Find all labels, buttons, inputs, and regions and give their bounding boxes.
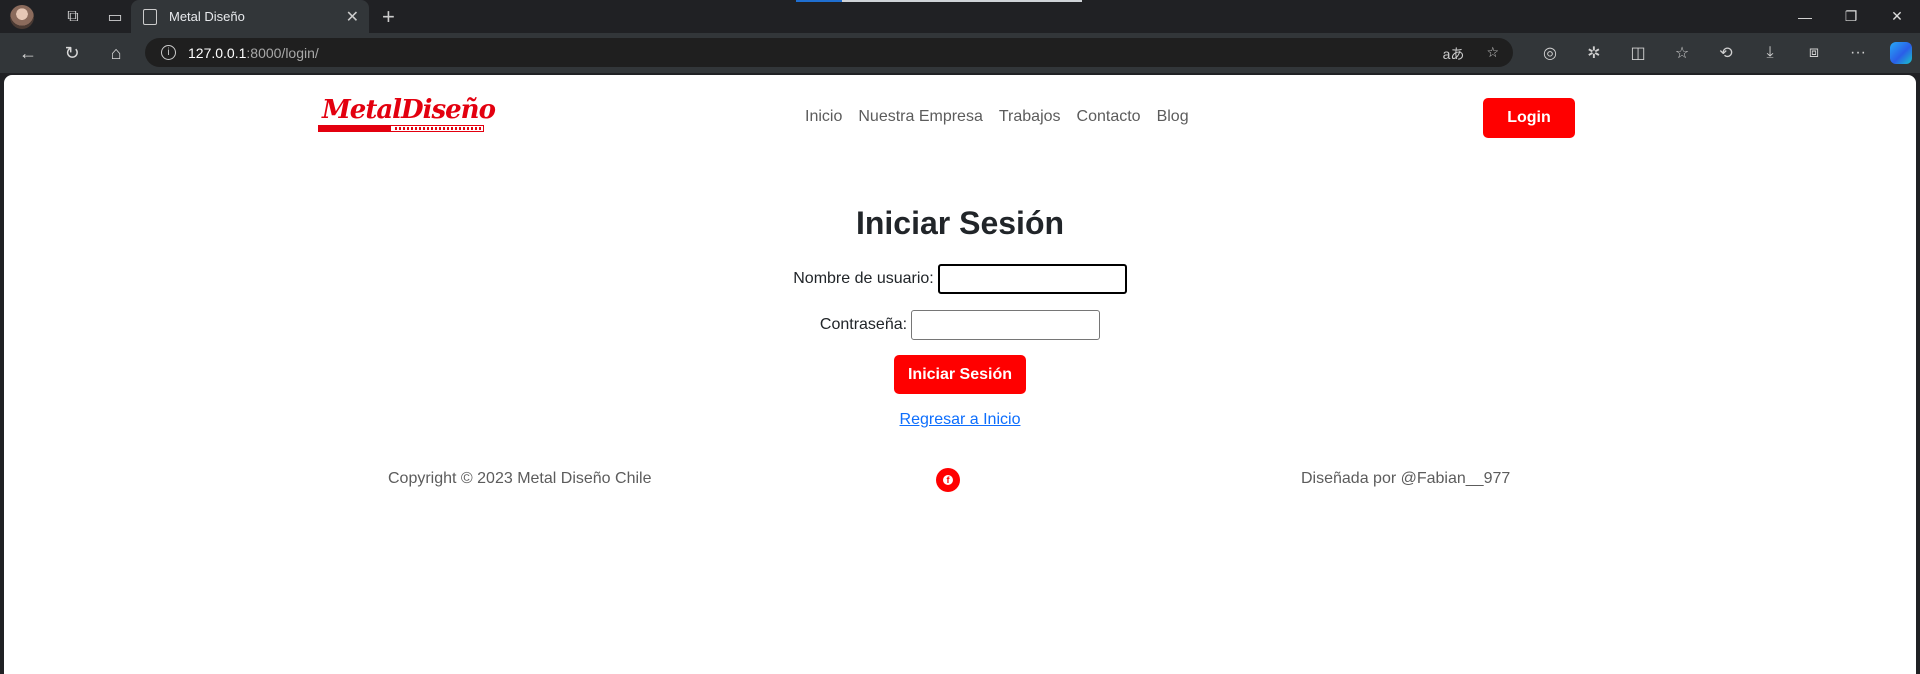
- url-host: 127.0.0.1: [188, 44, 247, 61]
- favorites-icon[interactable]: ☆: [1660, 43, 1704, 63]
- new-tab-icon[interactable]: +: [382, 4, 395, 30]
- tab-title: Metal Diseño: [169, 9, 245, 24]
- browser-toolbar: ← ↻ ⌂ i 127.0.0.1:8000/login/ aあ ☆ ◎ ✲ ◫…: [0, 33, 1920, 73]
- designer-credit: Diseñada por @Fabian__977: [1301, 470, 1511, 487]
- nav-item-contacto[interactable]: Contacto: [1077, 108, 1141, 126]
- address-bar[interactable]: i 127.0.0.1:8000/login/ aあ ☆: [145, 38, 1513, 67]
- back-icon[interactable]: ←: [6, 33, 50, 73]
- nav-item-blog[interactable]: Blog: [1157, 108, 1189, 126]
- site-navbar: MetalDiseño Inicio Nuestra Empresa Traba…: [4, 75, 1916, 162]
- password-label: Contraseña:: [819, 316, 908, 333]
- favorite-star-icon[interactable]: ☆: [1486, 44, 1499, 64]
- restore-icon[interactable]: ❐: [1828, 0, 1874, 33]
- username-input[interactable]: [937, 264, 1127, 294]
- login-form: Iniciar Sesión Nombre de usuario: Contra…: [4, 205, 1916, 429]
- nav-menu: Inicio Nuestra Empresa Trabajos Contacto…: [805, 108, 1205, 126]
- nav-item-trabajos[interactable]: Trabajos: [999, 108, 1061, 126]
- site-logo[interactable]: MetalDiseño: [318, 95, 496, 135]
- translate-icon[interactable]: aあ: [1443, 44, 1465, 64]
- logo-wordmark: MetalDiseño: [322, 95, 496, 125]
- close-tab-icon[interactable]: ✕: [346, 7, 359, 27]
- browser-tab-strip: ⧉ ▭ Metal Diseño ✕ + — ❐ ✕: [0, 0, 1920, 33]
- nav-item-inicio[interactable]: Inicio: [805, 108, 842, 126]
- reload-icon[interactable]: ↻: [50, 33, 94, 73]
- tracking-icon[interactable]: ◎: [1528, 43, 1572, 63]
- close-window-icon[interactable]: ✕: [1874, 0, 1920, 33]
- submit-button[interactable]: Iniciar Sesión: [894, 355, 1026, 394]
- page-viewport: MetalDiseño Inicio Nuestra Empresa Traba…: [4, 75, 1916, 674]
- site-info-icon[interactable]: i: [161, 45, 176, 60]
- tab-actions-icon[interactable]: ▭: [94, 0, 136, 33]
- nav-item-nuestra-empresa[interactable]: Nuestra Empresa: [858, 108, 983, 126]
- site-footer: Copyright © 2023 Metal Diseño Chile f Di…: [4, 468, 1916, 500]
- tab-strip-indicator: [796, 0, 1082, 2]
- minimize-icon[interactable]: —: [1782, 0, 1828, 33]
- copyright-text: Copyright © 2023 Metal Diseño Chile: [388, 470, 652, 487]
- password-input[interactable]: [911, 310, 1101, 340]
- page-title: Iniciar Sesión: [855, 205, 1065, 241]
- url-path: :8000/login/: [246, 44, 319, 61]
- downloads-icon[interactable]: ⤓: [1748, 44, 1792, 62]
- page-favicon-icon: [143, 8, 157, 25]
- profile-avatar[interactable]: [10, 4, 34, 29]
- home-icon[interactable]: ⌂: [94, 33, 138, 73]
- more-menu-icon[interactable]: ···: [1836, 44, 1880, 62]
- logo-underline: [318, 125, 484, 132]
- facebook-icon[interactable]: f: [936, 468, 960, 492]
- login-button[interactable]: Login: [1483, 98, 1575, 138]
- split-screen-icon[interactable]: ◫: [1616, 43, 1660, 63]
- history-icon[interactable]: ⟲: [1704, 43, 1748, 63]
- username-label: Nombre de usuario:: [793, 270, 934, 287]
- screenshot-icon[interactable]: ⧈: [1792, 44, 1836, 62]
- back-to-home-link[interactable]: Regresar a Inicio: [4, 411, 1916, 429]
- extensions-icon[interactable]: ✲: [1572, 43, 1616, 63]
- username-row: Nombre de usuario:: [4, 264, 1916, 294]
- copilot-icon[interactable]: [1890, 42, 1912, 64]
- workspaces-icon[interactable]: ⧉: [52, 0, 94, 33]
- password-row: Contraseña:: [4, 310, 1916, 340]
- tab-metal-diseno[interactable]: Metal Diseño ✕: [131, 0, 369, 33]
